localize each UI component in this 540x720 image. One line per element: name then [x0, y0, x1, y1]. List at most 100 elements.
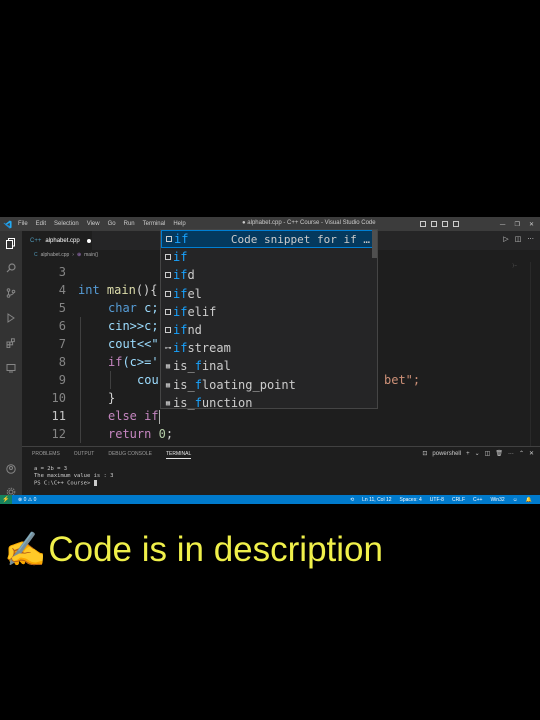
split-editor-icon[interactable]: ◫: [515, 235, 522, 243]
minimap-line: }~: [512, 263, 517, 268]
breadcrumb-symbol[interactable]: main(): [84, 252, 98, 258]
split-terminal-icon[interactable]: ◫: [485, 450, 491, 457]
tab-alphabet-cpp[interactable]: C++ alphabet.cpp: [22, 231, 92, 250]
suggest-widget: if Code snippet for if … if ifd ifel ife…: [160, 229, 378, 412]
toggle-panel-icon[interactable]: [431, 221, 437, 227]
code-token: cou: [137, 373, 159, 387]
suggestion-item[interactable]: ifelif: [161, 303, 377, 321]
code-token: ;: [165, 427, 174, 441]
cursor-position[interactable]: Ln 11, Col 12: [362, 497, 391, 503]
struct-icon: ▦: [165, 380, 171, 389]
search-icon[interactable]: [5, 262, 17, 274]
suggestion-label: is_floating_point: [173, 377, 296, 392]
line-number: 5: [58, 301, 66, 315]
minimap[interactable]: }~: [512, 263, 526, 268]
editor-scrollbar[interactable]: [530, 262, 540, 446]
breadcrumb-file[interactable]: alphabet.cpp: [41, 252, 70, 258]
account-icon[interactable]: [5, 463, 17, 475]
end-of-line[interactable]: CRLF: [452, 497, 465, 503]
tab-debug-console[interactable]: DEBUG CONSOLE: [108, 451, 152, 459]
menu-edit[interactable]: Edit: [36, 221, 46, 227]
notifications-bell-icon[interactable]: 🔔: [526, 497, 532, 503]
sync-icon[interactable]: ⟲: [350, 497, 354, 503]
code-token: c;: [136, 301, 159, 315]
indentation[interactable]: Spaces: 4: [400, 497, 422, 503]
line-number: 10: [51, 391, 66, 405]
close-panel-icon[interactable]: ✕: [529, 450, 534, 457]
terminal-line: a = 2b = 3: [34, 466, 68, 472]
suggestion-item[interactable]: ifel: [161, 285, 377, 303]
extensions-icon[interactable]: [5, 337, 17, 349]
code-token: (c>=': [122, 355, 159, 369]
run-file-icon[interactable]: ▷: [503, 235, 508, 243]
new-terminal-icon[interactable]: +: [466, 451, 470, 457]
line-number: 3: [58, 265, 66, 279]
menu-help[interactable]: Help: [173, 221, 185, 227]
class-icon: ⊶: [164, 344, 172, 353]
suggestion-item[interactable]: ▦ is_final: [161, 357, 377, 375]
suggestion-item[interactable]: ⊶ ifstream: [161, 339, 377, 357]
tab-output[interactable]: OUTPUT: [74, 451, 95, 459]
toggle-secondary-sidebar-icon[interactable]: [442, 221, 448, 227]
code-token: else if: [108, 409, 159, 423]
code-token: int: [78, 283, 100, 297]
chevron-down-icon[interactable]: ⌄: [475, 450, 480, 457]
explorer-icon[interactable]: [5, 237, 17, 249]
run-debug-icon[interactable]: [5, 312, 17, 324]
customize-layout-icon[interactable]: [453, 221, 459, 227]
suggestion-item[interactable]: ifnd: [161, 321, 377, 339]
feedback-icon[interactable]: ☺: [513, 497, 518, 503]
code-line-8: if(c>=': [108, 353, 159, 371]
indent-guide: [110, 371, 111, 389]
code-token: bet";: [384, 373, 421, 387]
layout-controls: [420, 217, 459, 231]
keyword-icon: [163, 248, 173, 266]
line-number: 4: [58, 283, 66, 297]
maximize-panel-icon[interactable]: ⌃: [519, 450, 524, 457]
menu-go[interactable]: Go: [108, 221, 116, 227]
code-token: 0: [158, 427, 166, 441]
snippet-icon: [163, 321, 173, 339]
suggestion-item[interactable]: ifd: [161, 266, 377, 284]
window-controls: — ❐ ✕: [500, 217, 540, 231]
menu-terminal[interactable]: Terminal: [143, 221, 166, 227]
minimize-icon[interactable]: —: [500, 221, 506, 228]
tab-problems[interactable]: PROBLEMS: [32, 451, 60, 459]
suggestion-item[interactable]: ▦ is_function: [161, 394, 377, 412]
panel-more-icon[interactable]: ···: [508, 451, 514, 457]
language-mode[interactable]: C++: [473, 497, 482, 503]
remote-explorer-icon[interactable]: [5, 362, 17, 374]
code-line-11: else if: [108, 407, 160, 425]
terminal-output[interactable]: a = 2b = 3 The maximum value is : 3 PS C:\…: [34, 466, 113, 488]
platform[interactable]: Win32: [490, 497, 504, 503]
menu-selection[interactable]: Selection: [54, 221, 79, 227]
line-number: 12: [51, 427, 66, 441]
suggest-scrollbar[interactable]: [372, 230, 377, 258]
code-line-9: cou: [137, 371, 159, 389]
code-line-4: int main(){: [78, 281, 158, 299]
menu-run[interactable]: Run: [124, 221, 135, 227]
trash-icon[interactable]: 🗑: [495, 450, 503, 457]
suggestion-label: ifelif: [173, 304, 217, 319]
more-actions-icon[interactable]: ···: [527, 235, 534, 243]
code-token: if: [108, 355, 123, 369]
suggestion-item[interactable]: if: [161, 248, 377, 266]
code-token: cout<<": [108, 337, 159, 351]
menu-view[interactable]: View: [87, 221, 100, 227]
code-line-9-tail: bet";: [384, 371, 420, 389]
encoding[interactable]: UTF-8: [430, 497, 444, 503]
code-token: }: [108, 391, 116, 405]
menu-file[interactable]: File: [18, 221, 28, 227]
tab-terminal[interactable]: TERMINAL: [165, 451, 192, 459]
terminal-shell-label[interactable]: powershell: [432, 451, 461, 457]
source-control-icon[interactable]: [5, 287, 17, 299]
remote-indicator-icon[interactable]: ⚡: [0, 495, 12, 504]
status-right: ⟲ Ln 11, Col 12 Spaces: 4 UTF-8 CRLF C++…: [350, 495, 532, 504]
close-icon[interactable]: ✕: [529, 221, 534, 228]
suggestion-item[interactable]: ▦ is_floating_point: [161, 376, 377, 394]
restore-icon[interactable]: ❐: [515, 221, 520, 228]
problems-indicator[interactable]: ⊗ 0 ⚠ 0: [18, 497, 36, 503]
toggle-sidebar-icon[interactable]: [420, 221, 426, 227]
unsaved-dot-icon[interactable]: [86, 238, 91, 243]
suggestion-item-selected[interactable]: if Code snippet for if …: [161, 230, 377, 249]
